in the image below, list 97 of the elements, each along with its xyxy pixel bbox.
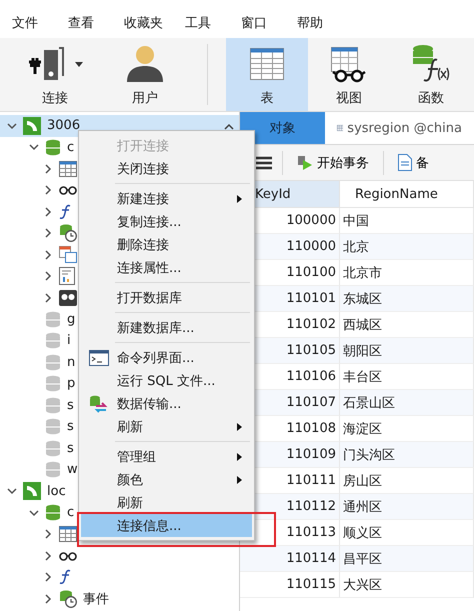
chevron-icon[interactable] [7, 486, 17, 496]
toolbar-button[interactable]: 用户 [100, 38, 190, 111]
menu-item[interactable]: 收藏夹 [120, 14, 177, 32]
tree-label: 事件 [83, 590, 109, 608]
tree-label: n [67, 354, 76, 370]
table-cell: 通州区 [340, 494, 474, 520]
menu-item[interactable]: 帮助 [293, 14, 345, 32]
tree-item[interactable]: s [0, 394, 74, 416]
table-cell: 丰台区 [340, 364, 474, 390]
table-cell: 北京 [340, 234, 474, 260]
begin-transaction-button[interactable]: 开始事务 [293, 154, 373, 172]
chevron-icon[interactable] [43, 206, 53, 217]
user-icon [125, 44, 165, 84]
tab[interactable]: 对象 [240, 112, 325, 144]
chevron-icon[interactable] [43, 164, 53, 174]
table-cell: 门头沟区 [340, 442, 474, 468]
chevron-icon[interactable] [43, 271, 53, 282]
chevron-icon[interactable] [43, 529, 53, 540]
chevron-icon[interactable] [29, 142, 39, 152]
play-icon [297, 154, 313, 170]
chevron-icon[interactable] [43, 594, 53, 604]
toolbar-button[interactable]: 函数 [390, 38, 472, 111]
context-menu-item[interactable]: 连接信息... [81, 514, 252, 537]
collapse-icon[interactable] [224, 123, 234, 130]
report-icon [59, 267, 75, 286]
chevron-icon[interactable] [43, 292, 53, 303]
tree-label: i [67, 333, 71, 348]
tree-label: c [67, 140, 74, 155]
backup-icon [59, 290, 77, 306]
tree-label: w [67, 462, 78, 478]
menu-item[interactable]: 查看 [64, 14, 116, 32]
connection-icon [23, 482, 41, 500]
toolbar-button[interactable]: 连接 [10, 38, 100, 111]
function-icon [59, 569, 73, 586]
chevron-icon[interactable] [43, 550, 53, 561]
chevron-icon[interactable] [43, 250, 53, 260]
table-cell: 石景山区 [340, 390, 474, 416]
document-icon [398, 154, 412, 171]
tree-item[interactable]: i [0, 330, 71, 352]
chevron-icon[interactable] [43, 185, 53, 196]
toolbar-button[interactable]: 表 [226, 38, 308, 111]
event-clock-icon [59, 590, 77, 608]
table-cell: 顺义区 [340, 520, 474, 546]
glasses-icon [59, 185, 77, 196]
table-icon [59, 160, 77, 177]
tab[interactable]: sysregion @china [325, 112, 474, 144]
menu-item[interactable]: 文件 [8, 14, 60, 32]
chevron-icon[interactable] [7, 120, 17, 131]
table-cell: 中国 [340, 208, 474, 234]
tree-label: 3006 [47, 118, 80, 134]
connection-icon [23, 116, 41, 135]
chevron-icon[interactable] [29, 508, 39, 518]
event-clock-icon [59, 224, 77, 242]
menu-icon[interactable] [256, 156, 272, 170]
tree-label: c [67, 505, 74, 520]
table-cell: 海淀区 [340, 416, 474, 442]
chevron-icon[interactable] [43, 228, 53, 238]
table-cell: 大兴区 [340, 572, 474, 598]
tree-item[interactable]: c [0, 136, 74, 158]
terminal-icon [89, 350, 109, 366]
calendar-icon [59, 246, 77, 264]
chevron-icon[interactable] [43, 572, 53, 582]
toolbar-button[interactable]: 视图 [308, 38, 390, 111]
table-cell: 昌平区 [340, 546, 474, 572]
dropdown-caret-icon[interactable] [75, 62, 83, 66]
tree-label: s [67, 398, 74, 413]
tree-item[interactable]: c [0, 502, 74, 524]
column-header[interactable]: RegionName [340, 181, 474, 208]
menu-item[interactable]: 工具 [181, 14, 233, 32]
table-cell: 东城区 [340, 286, 474, 312]
tree-label: loc [47, 484, 66, 499]
function-icon [59, 204, 73, 220]
tree-item[interactable]: s [0, 438, 74, 459]
tree-item[interactable]: 事件 [0, 588, 109, 610]
table-cell: 110114 [240, 546, 340, 572]
tree-item[interactable]: s [0, 416, 74, 438]
table-cell: 110115 [240, 572, 340, 598]
database-function-icon [411, 44, 451, 84]
tree-item[interactable]: g [0, 308, 76, 330]
glasses-icon [59, 550, 77, 561]
table-cell: 房山区 [340, 468, 474, 494]
tree-item[interactable]: p [0, 373, 76, 394]
table-cell: 西城区 [340, 312, 474, 338]
tree-item[interactable]: w [0, 459, 78, 480]
table-icon [59, 526, 77, 542]
data-transfer-icon [89, 394, 109, 412]
memo-button[interactable]: 备 [394, 154, 433, 172]
tree-label: s [67, 440, 74, 456]
context-menu-item[interactable]: 关闭连接 [81, 157, 252, 180]
table-cell: 朝阳区 [340, 338, 474, 364]
tree-item[interactable]: loc [0, 480, 66, 502]
tree-label: g [67, 312, 76, 327]
tree-label: p [67, 376, 76, 392]
tree-label: s [67, 419, 74, 434]
menu-item[interactable]: 窗口 [237, 14, 289, 32]
tree-item[interactable]: n [0, 352, 76, 373]
table-cell: 北京市 [340, 260, 474, 286]
